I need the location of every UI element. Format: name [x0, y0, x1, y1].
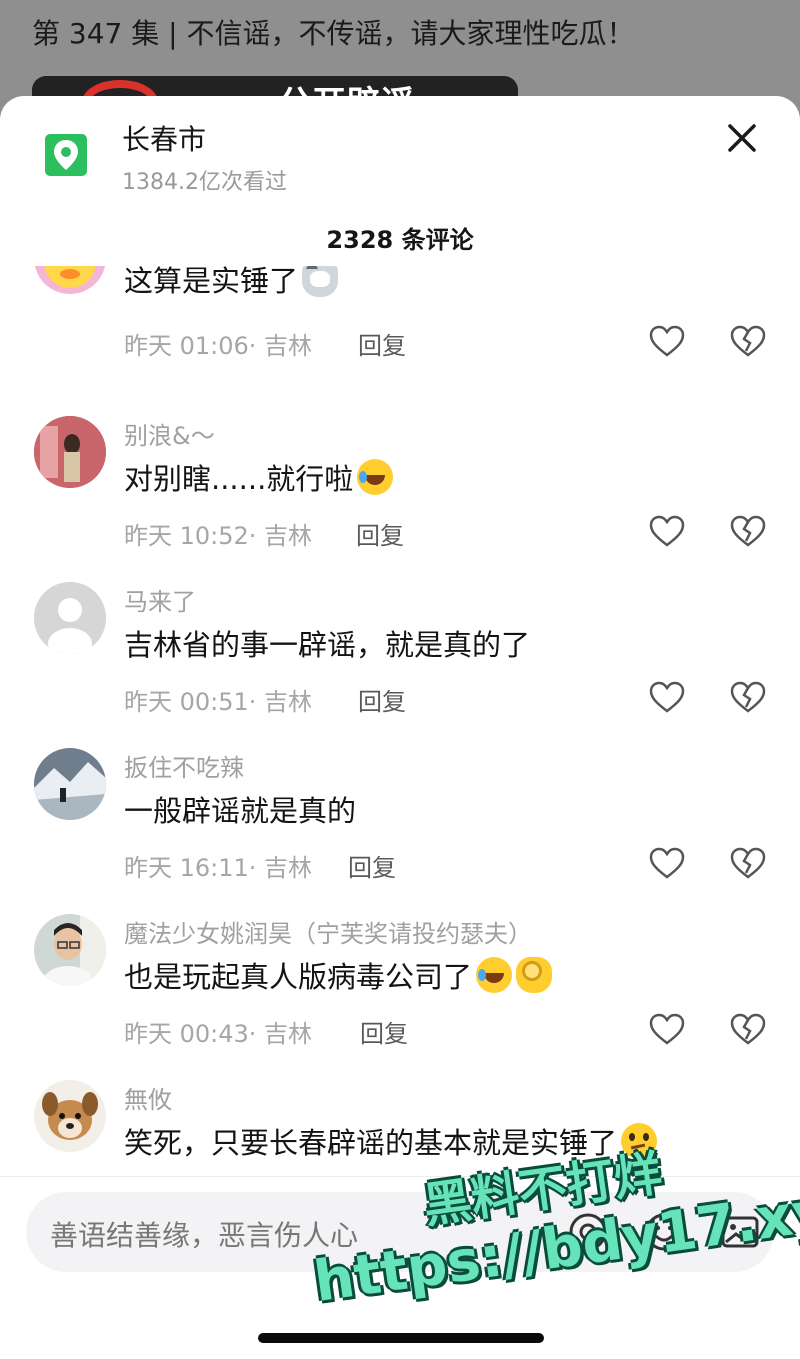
reply-button[interactable]: 回复	[360, 1014, 408, 1049]
heart-icon[interactable]	[649, 514, 685, 550]
avatar[interactable]	[34, 266, 106, 294]
laugh-cry-emoji-icon	[357, 459, 394, 495]
video-title: 第 347 集 | 不信谣，不传谣，请大家理性吃瓜！	[32, 17, 635, 50]
comment-author[interactable]: 扳住不吃辣	[124, 748, 244, 783]
laugh-cry-emoji-icon	[476, 957, 513, 993]
comment-item: 扳住不吃辣 一般辟谣就是真的 昨天 16:11· 吉林 回复	[0, 748, 800, 912]
comment-time: 昨天 10:52· 吉林	[124, 522, 313, 550]
reply-button[interactable]: 回复	[348, 848, 396, 883]
broken-heart-icon[interactable]	[730, 1012, 766, 1048]
comment-author[interactable]: 马来了	[124, 582, 196, 617]
comment-time: 昨天 01:06· 吉林	[124, 332, 313, 360]
husky-emoji-icon	[302, 266, 339, 297]
heart-icon[interactable]	[649, 680, 685, 716]
comment-input-placeholder: 善语结善缘，恶言伤人心	[50, 1219, 359, 1252]
comment-count: 2328 条评论	[326, 226, 474, 254]
reply-button[interactable]: 回复	[358, 326, 406, 361]
comment-time: 昨天 00:51· 吉林	[124, 688, 313, 716]
heart-icon[interactable]	[649, 1012, 685, 1048]
reply-button[interactable]: 回复	[356, 516, 404, 551]
reply-button[interactable]: 回复	[358, 682, 406, 717]
comment-sheet: 长春市 1384.2亿次看过 2328 条评论 这算是实锤了 昨天 01:06·…	[0, 96, 800, 1359]
comment-author[interactable]: 魔法少女姚润昊（宁芙奖请投约瑟夫）	[124, 914, 532, 949]
view-count: 1384.2亿次看过	[122, 170, 287, 195]
avatar[interactable]	[34, 914, 106, 986]
close-icon[interactable]	[722, 118, 762, 158]
avatar[interactable]	[34, 416, 106, 488]
comment-time: 昨天 16:11· 吉林	[124, 854, 313, 882]
avatar[interactable]	[34, 748, 106, 820]
broken-heart-icon[interactable]	[730, 680, 766, 716]
comment-item: 马来了 吉林省的事一辟谣，就是真的了 昨天 00:51· 吉林 回复	[0, 582, 800, 746]
comment-time: 昨天 00:43· 吉林	[124, 1020, 313, 1048]
comment-text: 也是玩起真人版病毒公司了	[124, 954, 553, 996]
avatar[interactable]	[34, 1080, 106, 1152]
comment-item: 魔法少女姚润昊（宁芙奖请投约瑟夫） 也是玩起真人版病毒公司了 昨天 00:43·…	[0, 914, 800, 1078]
comment-input[interactable]: 善语结善缘，恶言伤人心	[26, 1192, 774, 1272]
comment-author[interactable]: 别浪&～	[124, 416, 215, 451]
thinking-emoji-icon	[621, 1123, 658, 1159]
comment-item: 别浪&～ 对别瞎......就行啦 昨天 10:52· 吉林 回复	[0, 416, 800, 580]
divider	[0, 1176, 800, 1177]
comment-author[interactable]: 無攸	[124, 1080, 172, 1115]
comment-item: 这算是实锤了 昨天 01:06· 吉林 回复	[0, 266, 800, 420]
home-indicator[interactable]	[258, 1333, 544, 1343]
broken-heart-icon[interactable]	[730, 846, 766, 882]
comment-text: 一般辟谣就是真的	[124, 794, 357, 828]
comment-text: 笑死，只要长春辟谣的基本就是实锤了	[124, 1120, 658, 1162]
map-pin-icon	[45, 134, 87, 176]
comment-item: 無攸 笑死，只要长春辟谣的基本就是实锤了	[0, 1080, 800, 1174]
comment-text: 吉林省的事一辟谣，就是真的了	[124, 628, 531, 662]
broken-heart-icon[interactable]	[730, 514, 766, 550]
comment-text: 对别瞎......就行啦	[124, 456, 394, 498]
default-avatar-icon[interactable]	[34, 582, 106, 654]
heart-icon[interactable]	[649, 846, 685, 882]
ok-hand-emoji-icon	[516, 957, 553, 993]
at-icon[interactable]	[566, 1210, 610, 1254]
comment-text: 这算是实锤了	[124, 266, 339, 300]
location-title[interactable]: 长春市	[122, 118, 206, 158]
comment-list[interactable]: 这算是实锤了 昨天 01:06· 吉林 回复 别浪&～ 对别瞎......就行啦…	[0, 266, 800, 1174]
image-icon[interactable]	[718, 1210, 762, 1254]
heart-icon[interactable]	[649, 324, 685, 360]
broken-heart-icon[interactable]	[730, 324, 766, 360]
emoji-icon[interactable]	[642, 1210, 686, 1254]
